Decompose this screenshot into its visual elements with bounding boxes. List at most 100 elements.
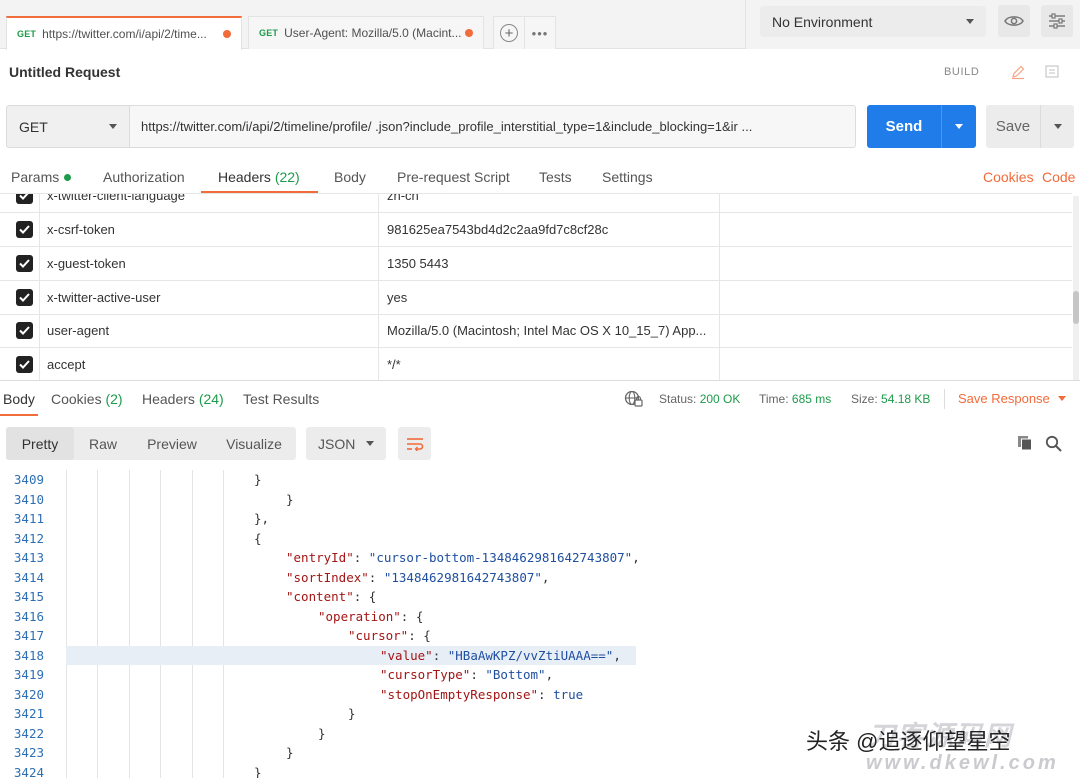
send-button[interactable]: Send: [867, 105, 976, 148]
header-value[interactable]: 1350 5443: [379, 247, 720, 281]
wrap-lines-icon: [406, 437, 423, 451]
view-preview-button[interactable]: Preview: [134, 427, 210, 460]
request-tab-1[interactable]: GET https://twitter.com/i/api/2/time...: [6, 16, 242, 50]
code-text: "content": {: [286, 589, 377, 604]
request-name[interactable]: Untitled Request: [9, 64, 120, 80]
method-select[interactable]: GET: [6, 105, 130, 148]
table-row: x-twitter-active-user yes: [0, 281, 1072, 315]
header-key[interactable]: user-agent: [39, 314, 379, 348]
header-key[interactable]: x-twitter-active-user: [39, 281, 379, 315]
tab-pre-request-script[interactable]: Pre-request Script: [397, 169, 510, 185]
table-row: accept */*: [0, 348, 1072, 380]
view-pretty-button[interactable]: Pretty: [6, 427, 74, 460]
checkmark-icon: [19, 225, 30, 234]
tab-authorization[interactable]: Authorization: [103, 169, 185, 185]
chevron-down-icon: [109, 124, 117, 129]
environment-label: No Environment: [772, 13, 873, 30]
environment-quick-look-button[interactable]: [998, 5, 1030, 37]
code-text: "cursor": {: [348, 628, 431, 643]
checkmark-icon: [19, 360, 30, 369]
wrap-lines-button[interactable]: [398, 427, 431, 460]
header-enabled-checkbox[interactable]: [16, 356, 33, 373]
code-link[interactable]: Code: [1042, 169, 1075, 185]
line-number: 3413: [13, 550, 44, 565]
header-enabled-checkbox[interactable]: [16, 289, 33, 306]
manage-environments-button[interactable]: [1041, 5, 1073, 37]
new-tab-button[interactable]: +: [493, 16, 525, 49]
json-value: "HBaAwKPZ/vvZtiUAAA==": [447, 647, 614, 663]
header-value[interactable]: 981625ea7543bd4d2c2aa9fd7c8cf28c: [379, 213, 720, 247]
header-key[interactable]: x-csrf-token: [39, 213, 379, 247]
line-number: 3411: [13, 511, 44, 526]
tab-label: User-Agent: Mozilla/5.0 (Macint...: [284, 26, 461, 40]
line-number: 3419: [13, 667, 44, 682]
header-enabled-checkbox[interactable]: [16, 322, 33, 339]
tab-method: GET: [259, 28, 279, 38]
environment-select[interactable]: No Environment: [760, 6, 986, 37]
scrollbar-thumb[interactable]: [1073, 291, 1079, 324]
save-response-button[interactable]: Save Response: [958, 391, 1066, 406]
format-select[interactable]: JSON: [306, 427, 386, 460]
tab-body[interactable]: Body: [334, 169, 366, 185]
save-options-button[interactable]: [1041, 124, 1074, 129]
copy-button[interactable]: [1014, 432, 1036, 454]
code-text: }: [286, 745, 294, 760]
save-button[interactable]: Save: [986, 105, 1074, 148]
headers-scrollbar[interactable]: [1073, 196, 1079, 380]
line-number: 3410: [13, 491, 44, 507]
header-key[interactable]: accept: [39, 348, 379, 380]
cookies-link[interactable]: Cookies: [983, 169, 1034, 185]
table-row: x-twitter-client-language zh-cn: [0, 194, 1072, 213]
eye-icon: [1004, 16, 1024, 26]
copy-icon: [1018, 436, 1032, 451]
tab-headers-label: Headers: [218, 169, 271, 185]
json-key: "value": [380, 647, 433, 663]
send-options-button[interactable]: [942, 124, 976, 129]
status-label: Status:: [659, 392, 697, 406]
edit-button[interactable]: [1003, 57, 1033, 87]
header-key[interactable]: x-twitter-client-language: [39, 194, 379, 213]
header-enabled-checkbox[interactable]: [16, 255, 33, 272]
tab-params[interactable]: Params: [11, 169, 72, 185]
header-value[interactable]: */*: [379, 348, 720, 380]
tab-headers[interactable]: Headers (22): [218, 169, 300, 185]
header-value[interactable]: Mozilla/5.0 (Macintosh; Intel Mac OS X 1…: [379, 314, 720, 348]
tab-tests[interactable]: Tests: [539, 169, 572, 185]
line-number: 3418: [13, 647, 44, 663]
globe-lock-icon[interactable]: [624, 390, 644, 411]
code-line: 3418 "value": "HBaAwKPZ/vvZtiUAAA==",: [0, 646, 1080, 666]
time-display: Time: 685 ms: [759, 392, 831, 406]
json-value: "cursor-bottom-1348462981642743807": [368, 550, 633, 565]
url-input[interactable]: https://twitter.com/i/api/2/timeline/pro…: [130, 105, 856, 148]
line-number: 3409: [13, 472, 44, 487]
line-number: 3415: [13, 589, 44, 604]
chevron-down-icon: [955, 124, 963, 129]
tab-test-results[interactable]: Test Results: [243, 391, 319, 407]
header-value[interactable]: zh-cn: [379, 194, 720, 213]
tab-response-body[interactable]: Body: [3, 391, 35, 407]
size-value: 54.18 KB: [881, 392, 931, 406]
header-enabled-checkbox[interactable]: [16, 194, 33, 204]
checkmark-icon: [19, 194, 29, 200]
json-value: "Bottom": [485, 667, 546, 682]
more-tabs-button[interactable]: •••: [524, 16, 556, 49]
tab-response-headers[interactable]: Headers (24): [142, 391, 224, 407]
request-tab-2[interactable]: GET User-Agent: Mozilla/5.0 (Macint...: [248, 16, 484, 49]
checkmark-icon: [19, 326, 30, 335]
code-line: 3412 {: [0, 529, 1080, 549]
view-raw-button[interactable]: Raw: [76, 427, 130, 460]
line-number: 3417: [13, 628, 44, 643]
view-visualize-button[interactable]: Visualize: [214, 427, 294, 460]
tab-response-cookies[interactable]: Cookies (2): [51, 391, 123, 407]
tab-settings[interactable]: Settings: [602, 169, 653, 185]
header-key[interactable]: x-guest-token: [39, 247, 379, 281]
chevron-down-icon: [366, 441, 374, 446]
build-mode-label[interactable]: BUILD: [944, 66, 979, 78]
send-label: Send: [885, 118, 923, 135]
search-button[interactable]: [1042, 432, 1064, 454]
documentation-button[interactable]: [1037, 57, 1067, 87]
header-enabled-checkbox[interactable]: [16, 221, 33, 238]
header-value[interactable]: yes: [379, 281, 720, 315]
code-line: 3411},: [0, 509, 1080, 529]
chevron-down-icon: [1053, 124, 1062, 129]
